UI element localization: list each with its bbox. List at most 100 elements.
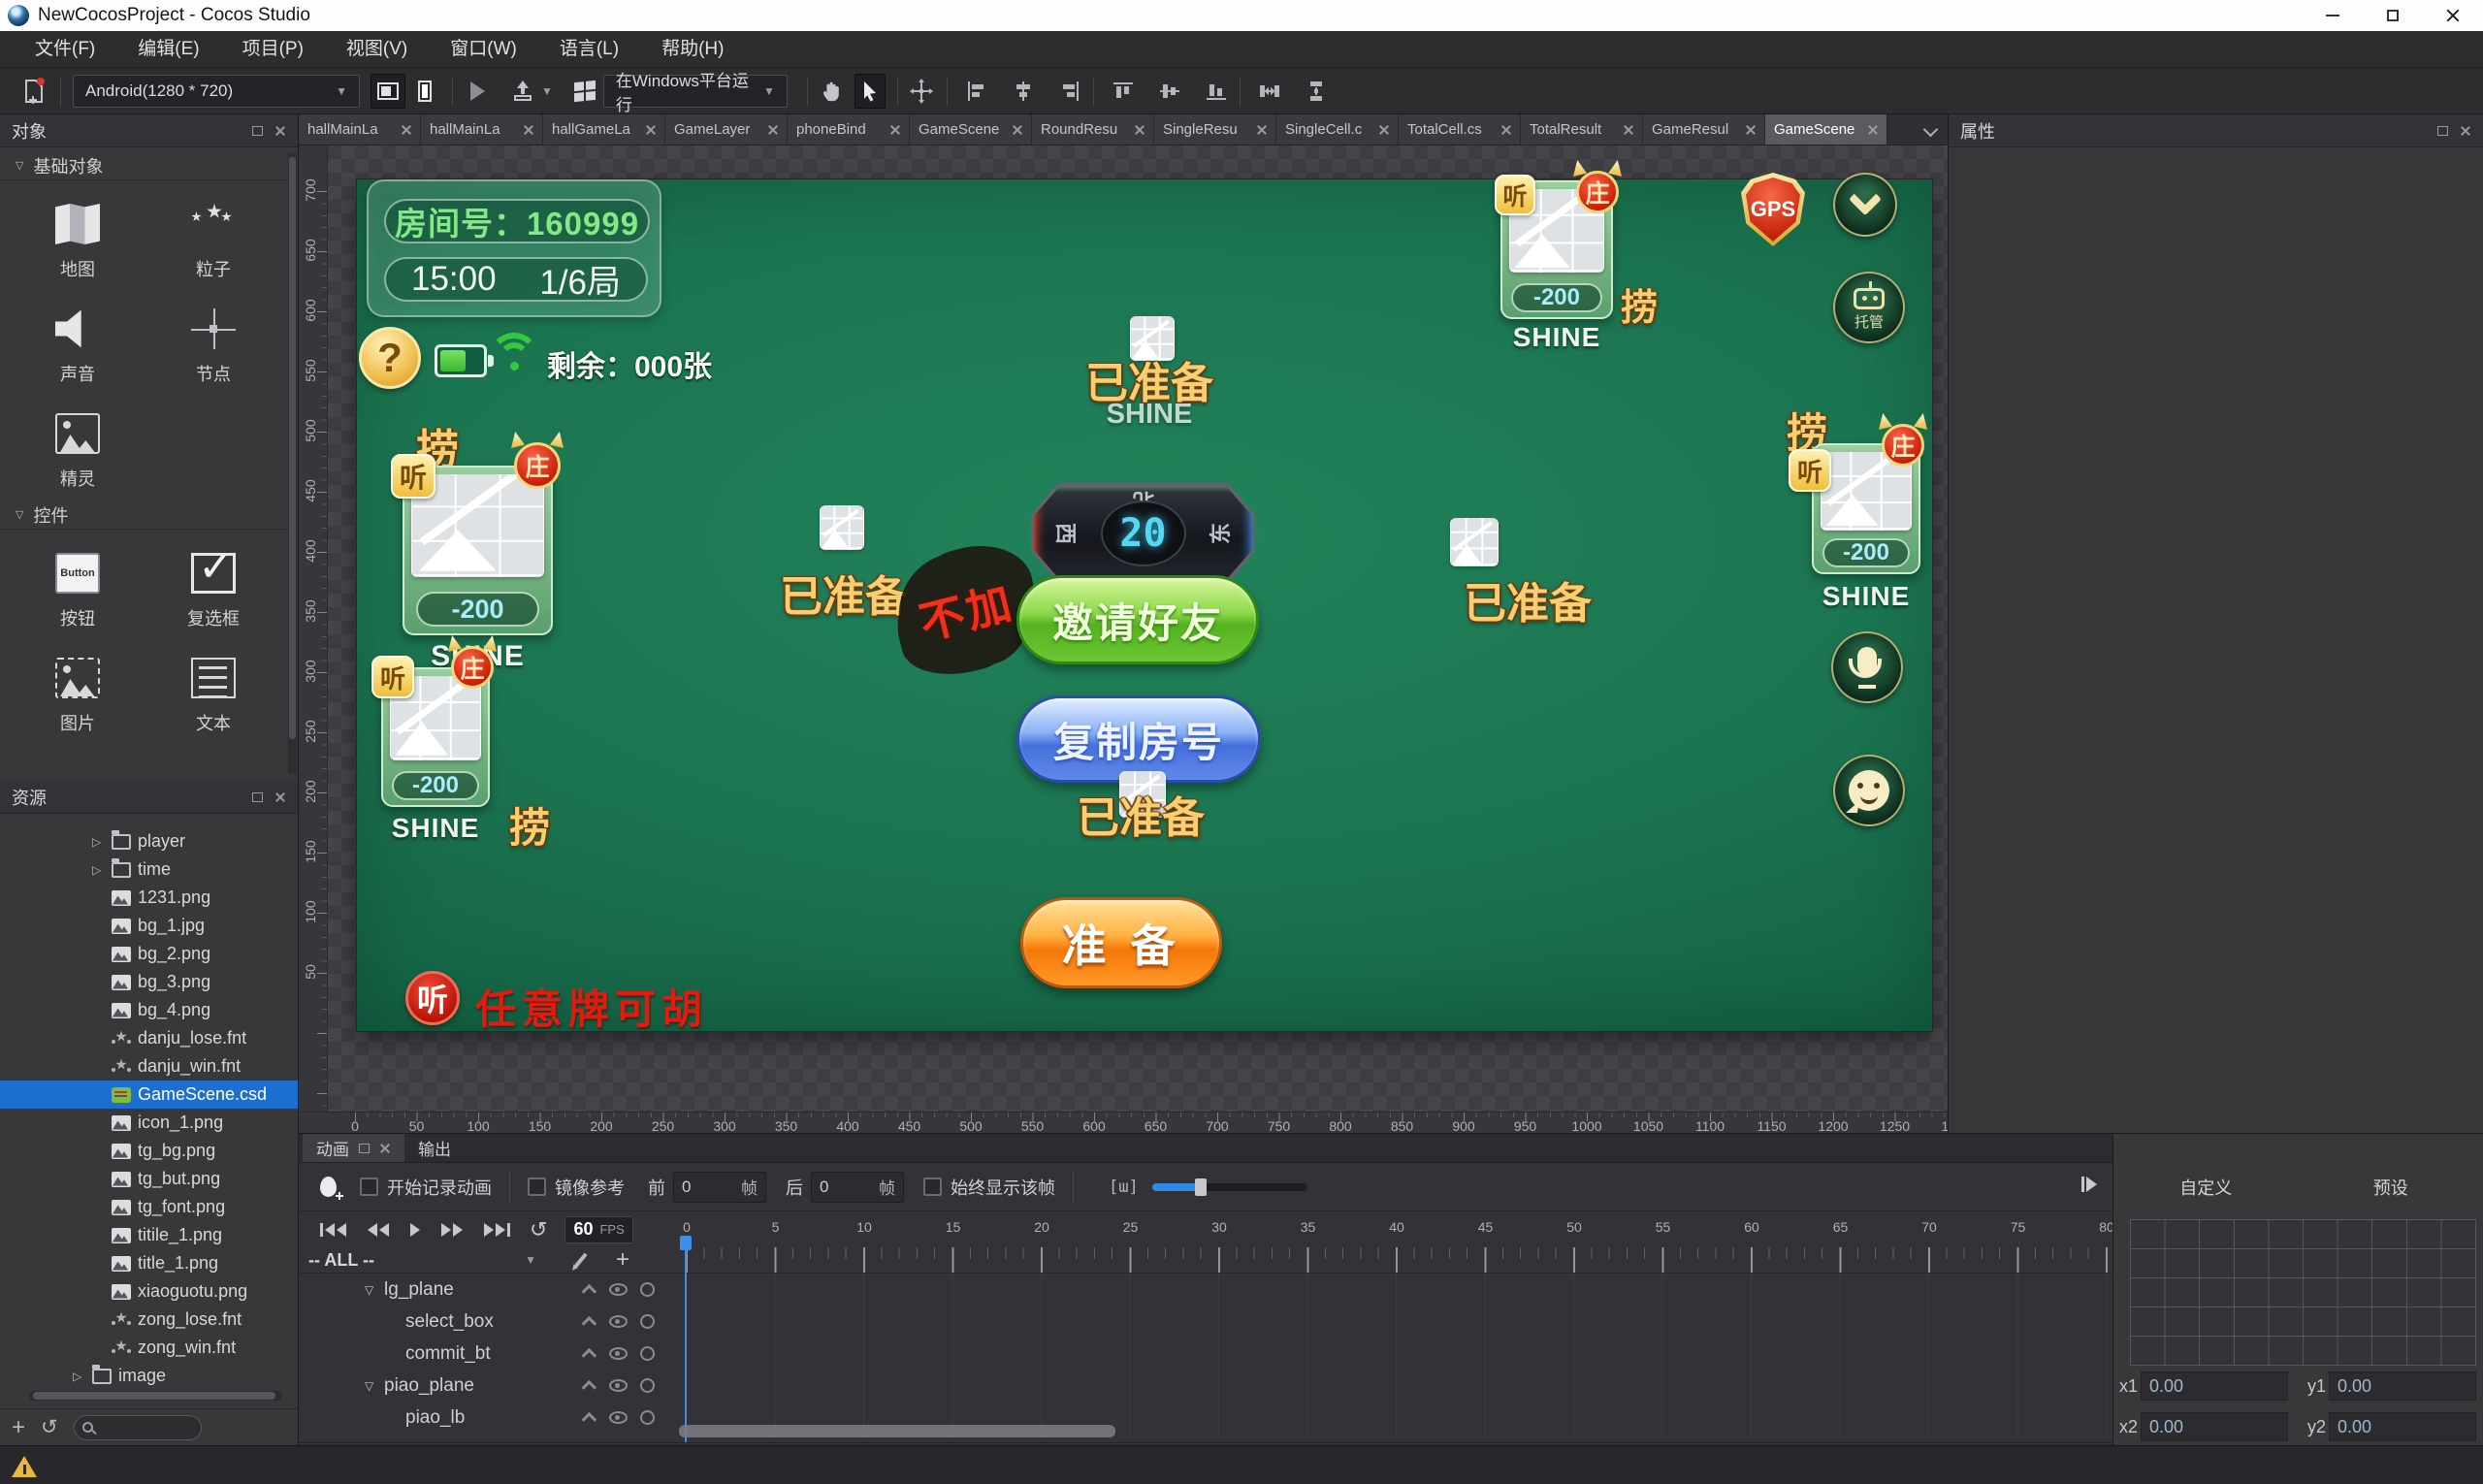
lock-icon[interactable] xyxy=(640,1378,655,1393)
close-tab-icon[interactable] xyxy=(1624,125,1633,135)
frames-after-input[interactable]: 0 帧 xyxy=(811,1172,904,1203)
copy-room-button[interactable]: 复制房号 xyxy=(1016,695,1261,783)
menu-item-1[interactable]: 文件(F) xyxy=(14,31,116,68)
document-tab-3[interactable]: hallGameLa xyxy=(543,114,665,145)
align-top-icon[interactable] xyxy=(1112,80,1135,103)
close-tab-icon[interactable] xyxy=(1135,125,1145,135)
align-right-icon[interactable] xyxy=(1058,80,1081,103)
mirror-reference-checkbox[interactable] xyxy=(528,1178,546,1196)
resource-item[interactable]: danju_lose.fnt xyxy=(0,1024,298,1052)
playhead[interactable] xyxy=(685,1250,687,1442)
resource-item[interactable]: 1231.png xyxy=(0,884,298,912)
close-tab-icon[interactable] xyxy=(402,125,411,135)
close-tab-icon[interactable] xyxy=(646,125,656,135)
object-section-header[interactable]: ▽基础对象 xyxy=(0,151,298,180)
resource-item[interactable]: zong_win.fnt xyxy=(0,1334,298,1362)
float-panel-icon[interactable] xyxy=(252,792,263,802)
document-tab-8[interactable]: SingleResu xyxy=(1154,114,1276,145)
hand-tool-icon[interactable] xyxy=(820,79,845,104)
object-item-map[interactable]: 地图 xyxy=(24,204,131,281)
resource-item[interactable]: GameScene.csd xyxy=(0,1081,298,1109)
object-item-particle[interactable]: 粒子 xyxy=(160,204,267,281)
float-panel-icon[interactable] xyxy=(252,126,263,136)
expand-timeline-icon[interactable] xyxy=(2081,1177,2097,1192)
timeline-node-row[interactable]: ▽lg_plane xyxy=(299,1274,2112,1306)
resource-item[interactable]: titile_1.png xyxy=(0,1221,298,1249)
document-tab-2[interactable]: hallMainLa xyxy=(421,114,543,145)
west-ready-sprite[interactable] xyxy=(820,505,864,550)
scene-canvas[interactable]: 7006506005505004504003503002502001501005… xyxy=(299,145,1948,1112)
play-icon[interactable] xyxy=(470,81,485,101)
invite-friends-button[interactable]: 邀请好友 xyxy=(1016,575,1259,664)
emoji-chat-button[interactable] xyxy=(1833,755,1905,826)
y1-input[interactable]: 0.00 xyxy=(2329,1371,2476,1401)
document-tab-6[interactable]: GameScene xyxy=(910,114,1032,145)
loop-icon[interactable]: ↺ xyxy=(530,1217,547,1242)
float-panel-icon[interactable] xyxy=(2437,126,2448,136)
move-up-icon[interactable] xyxy=(582,1316,597,1332)
tab-list-chevron-icon[interactable] xyxy=(1924,122,1938,136)
object-item-button[interactable]: Button按钮 xyxy=(24,553,131,630)
resource-item[interactable]: ▷time xyxy=(0,855,298,884)
direction-compass[interactable]: 北 西 东 20 xyxy=(1031,483,1255,583)
objects-scrollbar[interactable] xyxy=(288,153,297,774)
skip-to-end-button[interactable] xyxy=(484,1223,510,1237)
document-tab-1[interactable]: hallMainLa xyxy=(299,114,421,145)
skip-to-start-button[interactable] xyxy=(320,1223,346,1237)
menu-item-3[interactable]: 项目(P) xyxy=(221,31,325,68)
close-tab-icon[interactable] xyxy=(1013,125,1022,135)
always-show-frame-checkbox[interactable] xyxy=(923,1178,942,1196)
close-panel-icon[interactable] xyxy=(2460,125,2471,137)
align-bottom-icon[interactable] xyxy=(1205,80,1228,103)
run-target-select[interactable]: 在Windows平台运行 ▼ xyxy=(603,75,788,108)
tab-animation[interactable]: 动画 xyxy=(303,1134,404,1162)
refresh-resources-button[interactable]: ↺ xyxy=(41,1415,58,1439)
close-tab-icon[interactable] xyxy=(1257,125,1267,135)
resource-item[interactable]: ▷player xyxy=(0,827,298,855)
close-tab-icon[interactable] xyxy=(524,125,533,135)
close-tab-icon[interactable] xyxy=(1746,125,1756,135)
orientation-landscape-button[interactable] xyxy=(371,74,405,109)
close-tab-icon[interactable] xyxy=(1868,125,1878,135)
move-tool-icon[interactable] xyxy=(910,79,935,104)
menu-item-4[interactable]: 视图(V) xyxy=(325,31,429,68)
orientation-portrait-button[interactable] xyxy=(409,74,440,109)
record-icon[interactable] xyxy=(320,1177,337,1197)
select-tool-button[interactable] xyxy=(855,74,886,109)
close-tab-icon[interactable] xyxy=(1379,125,1389,135)
lock-icon[interactable] xyxy=(640,1346,655,1361)
x1-input[interactable]: 0.00 xyxy=(2141,1371,2288,1401)
document-tab-13[interactable]: GameScene xyxy=(1765,114,1887,145)
menu-item-2[interactable]: 编辑(E) xyxy=(116,31,220,68)
player-avatar[interactable]: -200 听 庄 xyxy=(381,667,490,807)
float-panel-icon[interactable] xyxy=(359,1144,370,1153)
visibility-icon[interactable] xyxy=(609,1411,628,1424)
visibility-icon[interactable] xyxy=(609,1347,628,1360)
expand-arrow-icon[interactable]: ▽ xyxy=(365,1379,384,1393)
lock-icon[interactable] xyxy=(640,1282,655,1297)
object-item-text[interactable]: 文本 xyxy=(160,658,267,735)
ready-button[interactable]: 准 备 xyxy=(1020,897,1222,988)
gps-badge[interactable]: GPS xyxy=(1741,173,1805,246)
lock-icon[interactable] xyxy=(640,1410,655,1425)
resource-item[interactable]: tg_font.png xyxy=(0,1193,298,1221)
warning-icon[interactable] xyxy=(12,1456,37,1477)
east-ready-sprite[interactable] xyxy=(1450,518,1499,566)
close-tab-icon[interactable] xyxy=(768,125,778,135)
object-item-sprite[interactable]: 精灵 xyxy=(24,413,131,491)
visibility-icon[interactable] xyxy=(609,1283,628,1296)
expand-arrow-icon[interactable]: ▷ xyxy=(92,863,112,877)
collapse-button[interactable] xyxy=(1833,173,1897,237)
resource-item[interactable]: tg_but.png xyxy=(0,1165,298,1193)
object-item-node[interactable]: 节点 xyxy=(160,308,267,386)
close-button[interactable] xyxy=(2423,0,2483,31)
document-tab-9[interactable]: SingleCell.c xyxy=(1276,114,1399,145)
help-button[interactable]: ? xyxy=(359,327,421,389)
expand-arrow-icon[interactable]: ▷ xyxy=(73,1370,92,1383)
ready-label-east[interactable]: 已准备 xyxy=(1431,568,1625,630)
resource-item[interactable]: danju_win.fnt xyxy=(0,1052,298,1081)
trustee-button[interactable]: 托管 xyxy=(1833,272,1905,343)
record-animation-checkbox[interactable] xyxy=(360,1178,378,1196)
close-tab-icon[interactable] xyxy=(890,125,900,135)
close-panel-icon[interactable] xyxy=(274,125,286,137)
